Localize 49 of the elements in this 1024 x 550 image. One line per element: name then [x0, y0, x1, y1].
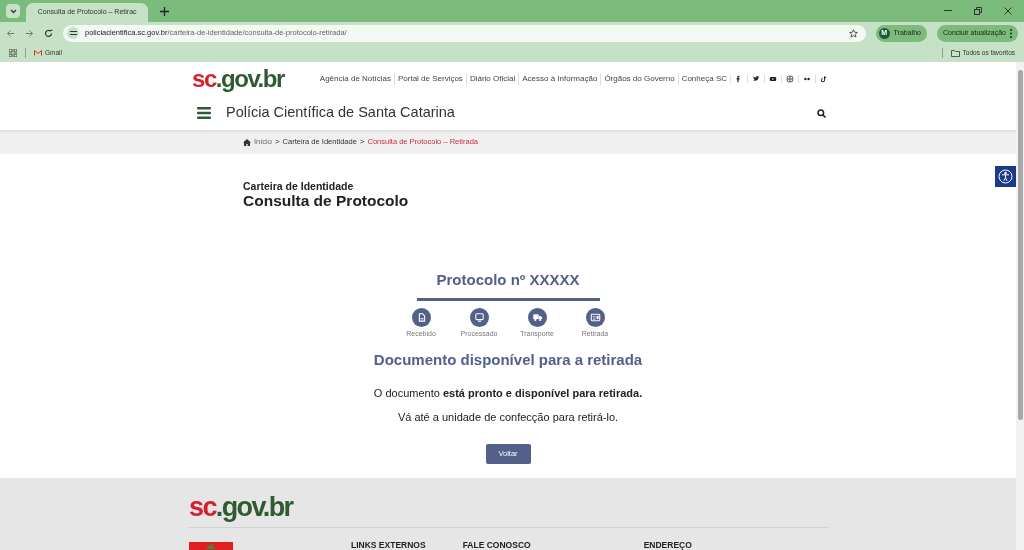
footer-heading: ENDEREÇO: [643, 540, 692, 550]
accessibility-button[interactable]: [995, 166, 1016, 187]
logo-prefix: sc: [189, 492, 216, 522]
flickr-icon[interactable]: [803, 75, 811, 83]
nav-link[interactable]: Portal de Serviços: [393, 73, 466, 85]
nav-link[interactable]: Diário Oficial: [465, 73, 519, 85]
nav-link[interactable]: Conheça SC: [677, 73, 730, 85]
scrollbar[interactable]: [1016, 62, 1024, 550]
protocol-title: Protocolo nº XXXXX: [436, 271, 580, 289]
nav-link[interactable]: Agência de Notícias: [316, 73, 394, 85]
status-message: O documento está pronto e disponível para retirada.: [373, 386, 643, 401]
instruction-text: Vá até a unidade de confecção para retirá-lo.: [397, 409, 619, 425]
twitter-icon[interactable]: [752, 75, 760, 83]
apps-grid-icon[interactable]: [9, 49, 17, 57]
page-kicker: Carteira de Identidade: [243, 180, 355, 192]
facebook-icon[interactable]: [735, 75, 743, 83]
tab-search-button[interactable]: [6, 4, 20, 18]
tiktok-icon[interactable]: [820, 75, 828, 83]
close-icon[interactable]: [1004, 7, 1012, 15]
youtube-icon[interactable]: [769, 75, 777, 83]
accessibility-icon: [998, 169, 1013, 184]
star-icon[interactable]: [848, 28, 858, 38]
back-icon[interactable]: [6, 28, 15, 38]
forward-icon[interactable]: [25, 28, 34, 38]
menu-icon[interactable]: [197, 107, 211, 119]
breadcrumb-separator: >: [359, 136, 365, 148]
logo-suffix: .gov.br: [215, 492, 293, 522]
minimize-icon[interactable]: [944, 10, 952, 12]
site-settings-icon[interactable]: [69, 30, 77, 36]
restore-icon[interactable]: [974, 7, 982, 15]
instagram-icon[interactable]: [786, 75, 794, 83]
nav-link[interactable]: Órgãos do Governo: [600, 73, 678, 85]
folder-icon: [950, 49, 960, 57]
chevron-down-icon: [9, 8, 17, 14]
flag-drawing: [189, 542, 233, 550]
footer-heading: LINKS EXTERNOS: [351, 540, 426, 550]
logo-prefix: sc: [192, 64, 216, 94]
breadcrumb-separator: >: [274, 136, 280, 148]
footer-heading: FALE CONOSCO: [462, 540, 531, 550]
reload-icon[interactable]: [44, 28, 53, 38]
nav-link[interactable]: Acesso à Informação: [518, 73, 601, 85]
page-title: Consulta de Protocolo: [243, 192, 410, 209]
logo-suffix: .gov.br: [215, 64, 284, 94]
mail-icon: [34, 50, 42, 56]
site-title: Polícia Científica de Santa Catarina: [226, 103, 455, 123]
home-icon: [243, 138, 251, 146]
status-title: Documento disponível para a retirada: [373, 349, 643, 370]
new-tab-icon[interactable]: [160, 7, 169, 16]
search-icon[interactable]: [817, 108, 826, 118]
